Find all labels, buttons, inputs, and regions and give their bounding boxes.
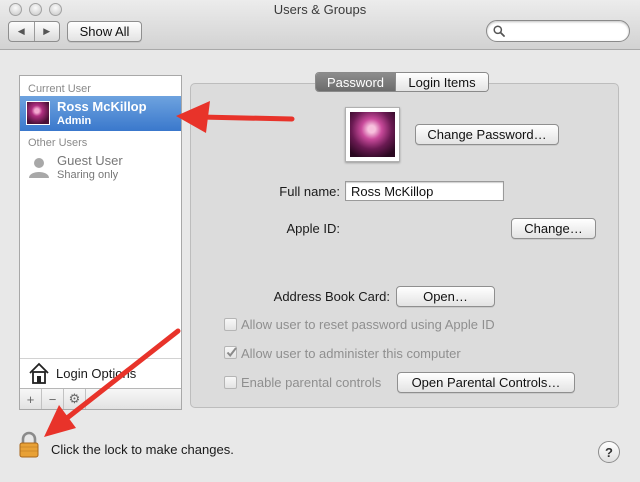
lock-icon[interactable]: [19, 431, 39, 458]
tab-bar: Password Login Items: [315, 72, 489, 92]
window-title: Users & Groups: [273, 2, 367, 17]
reset-password-label: Allow user to reset password using Apple…: [241, 317, 495, 332]
search-field[interactable]: [486, 20, 630, 42]
address-book-label: Address Book Card:: [273, 289, 390, 304]
full-name-field[interactable]: [345, 181, 504, 201]
avatar: [26, 101, 50, 125]
user-row-ross-mckillop[interactable]: Ross McKillop Admin: [20, 96, 181, 131]
login-options-item[interactable]: Login Options: [20, 358, 181, 388]
apple-id-change-button[interactable]: Change…: [511, 218, 596, 239]
guest-name: Guest User: [57, 153, 123, 168]
search-input[interactable]: [507, 23, 625, 39]
sidebar-toolbar: + − ⚙: [20, 388, 181, 409]
checkmark-icon: [226, 347, 237, 358]
help-button[interactable]: ?: [598, 441, 620, 463]
user-picture[interactable]: [345, 107, 400, 162]
login-options-label: Login Options: [56, 366, 137, 381]
gear-icon[interactable]: ⚙: [64, 389, 86, 409]
reset-password-checkbox[interactable]: [224, 318, 237, 331]
forward-icon[interactable]: ▶: [33, 22, 60, 41]
tab-password[interactable]: Password: [316, 73, 395, 91]
other-users-header: Other Users: [28, 137, 88, 149]
show-all-button[interactable]: Show All: [67, 21, 142, 42]
user-role: Admin: [57, 115, 92, 127]
guest-role: Sharing only: [57, 169, 119, 181]
parental-controls-checkbox[interactable]: [224, 376, 237, 389]
house-icon: [29, 362, 49, 384]
lock-message: Click the lock to make changes.: [51, 442, 234, 457]
remove-user-button[interactable]: −: [42, 389, 64, 409]
current-user-header: Current User: [28, 83, 91, 95]
avatar: [350, 112, 395, 157]
address-book-open-button[interactable]: Open…: [396, 286, 495, 307]
window-titlebar: Users & Groups ◀ ▶ Show All: [0, 0, 640, 50]
back-forward-control: ◀ ▶: [8, 21, 60, 42]
users-sidebar: Current User Ross McKillop Admin Other U…: [19, 75, 182, 410]
back-icon[interactable]: ◀: [9, 22, 34, 41]
tab-login-items[interactable]: Login Items: [395, 73, 488, 91]
guest-user-icon: [29, 158, 49, 178]
open-parental-controls-button[interactable]: Open Parental Controls…: [397, 372, 575, 393]
search-icon: [493, 25, 505, 37]
parental-controls-label: Enable parental controls: [241, 375, 382, 390]
add-user-button[interactable]: +: [20, 389, 42, 409]
user-name: Ross McKillop: [57, 99, 147, 114]
administer-label: Allow user to administer this computer: [241, 346, 461, 361]
apple-id-label: Apple ID:: [286, 221, 340, 236]
user-row-guest[interactable]: Guest User Sharing only: [20, 150, 181, 185]
change-password-button[interactable]: Change Password…: [415, 124, 559, 145]
administer-checkbox[interactable]: [224, 346, 237, 359]
full-name-input[interactable]: [346, 182, 503, 200]
full-name-label: Full name:: [279, 184, 340, 199]
